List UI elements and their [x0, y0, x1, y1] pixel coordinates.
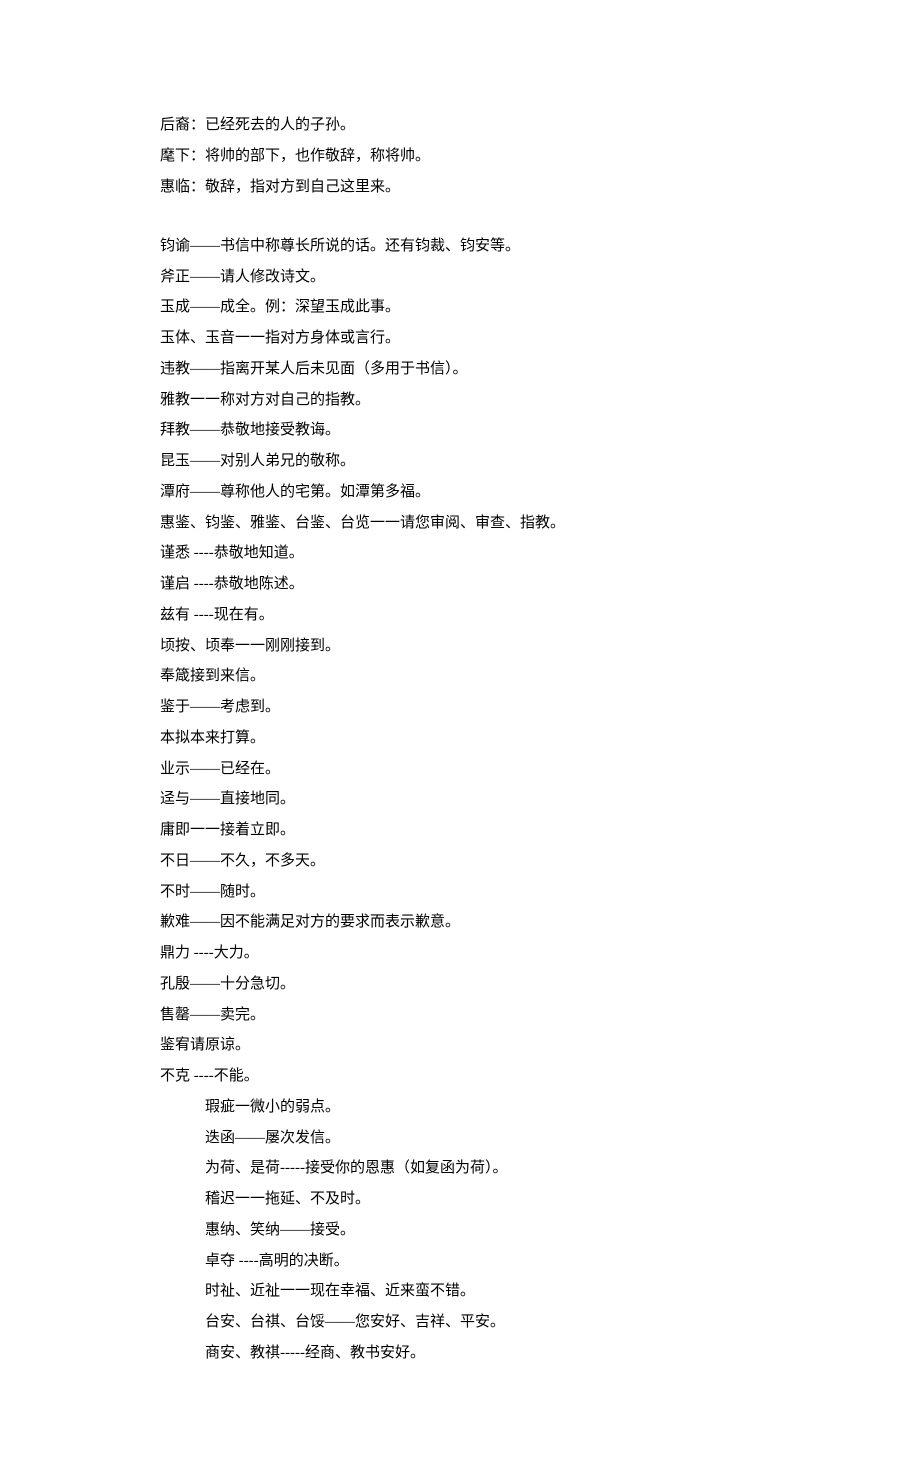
text-line: 钧谕——书信中称尊长所说的话。还有钧裁、钧安等。	[160, 231, 840, 262]
text-line: 昆玉——对别人弟兄的敬称。	[160, 446, 840, 477]
text-line: 玉成——成全。例：深望玉成此事。	[160, 292, 840, 323]
text-line: 玉体、玉音一一指对方身体或言行。	[160, 323, 840, 354]
text-line: 惠鉴、钧鉴、雅鉴、台鉴、台览一一请您审阅、审查、指教。	[160, 508, 840, 539]
text-line: 庸即一一接着立即。	[160, 815, 840, 846]
text-line: 谨启 ----恭敬地陈述。	[160, 569, 840, 600]
text-line: 奉箴接到来信。	[160, 661, 840, 692]
text-line: 业示——已经在。	[160, 754, 840, 785]
text-line: 鼎力 ----大力。	[160, 938, 840, 969]
document-page: 后裔：已经死去的人的子孙。麾下：将帅的部下，也作敬辞，称将帅。惠临：敬辞，指对方…	[0, 0, 920, 1479]
text-line: 时祉、近祉一一现在幸福、近来蛮不错。	[160, 1276, 840, 1307]
text-line: 不克 ----不能。	[160, 1061, 840, 1092]
text-line: 拜教——恭敬地接受教诲。	[160, 415, 840, 446]
text-line: 孔殷——十分急切。	[160, 969, 840, 1000]
text-line: 顷按、顷奉一一刚刚接到。	[160, 631, 840, 662]
text-line: 惠临：敬辞，指对方到自己这里来。	[160, 172, 840, 203]
blank-line	[160, 202, 840, 231]
text-line: 鉴于——考虑到。	[160, 692, 840, 723]
text-line: 本拟本来打算。	[160, 723, 840, 754]
text-line: 潭府——尊称他人的宅第。如潭第多福。	[160, 477, 840, 508]
text-line: 瑕疵一微小的弱点。	[160, 1092, 840, 1123]
text-line: 稽迟一一拖延、不及时。	[160, 1184, 840, 1215]
text-line: 迳与——直接地同。	[160, 784, 840, 815]
text-line: 谨悉 ----恭敬地知道。	[160, 538, 840, 569]
text-line: 斧正——请人修改诗文。	[160, 262, 840, 293]
text-line: 售罄——卖完。	[160, 1000, 840, 1031]
text-line: 不时——随时。	[160, 877, 840, 908]
text-line: 鉴宥请原谅。	[160, 1030, 840, 1061]
text-line: 卓夺 ----高明的决断。	[160, 1246, 840, 1277]
text-line: 兹有 ----现在有。	[160, 600, 840, 631]
text-line: 雅教一一称对方对自己的指教。	[160, 385, 840, 416]
text-line: 商安、教祺-----经商、教书安好。	[160, 1338, 840, 1369]
text-line: 歉难——因不能满足对方的要求而表示歉意。	[160, 907, 840, 938]
text-line: 惠纳、笑纳——接受。	[160, 1215, 840, 1246]
text-line: 为荷、是荷-----接受你的恩惠（如复函为荷）。	[160, 1153, 840, 1184]
text-line: 后裔：已经死去的人的子孙。	[160, 110, 840, 141]
text-line: 不日——不久，不多天。	[160, 846, 840, 877]
text-line: 台安、台祺、台馁——您安好、吉祥、平安。	[160, 1307, 840, 1338]
text-line: 违教——指离开某人后未见面（多用于书信）。	[160, 354, 840, 385]
text-line: 迭函——屡次发信。	[160, 1123, 840, 1154]
text-line: 麾下：将帅的部下，也作敬辞，称将帅。	[160, 141, 840, 172]
